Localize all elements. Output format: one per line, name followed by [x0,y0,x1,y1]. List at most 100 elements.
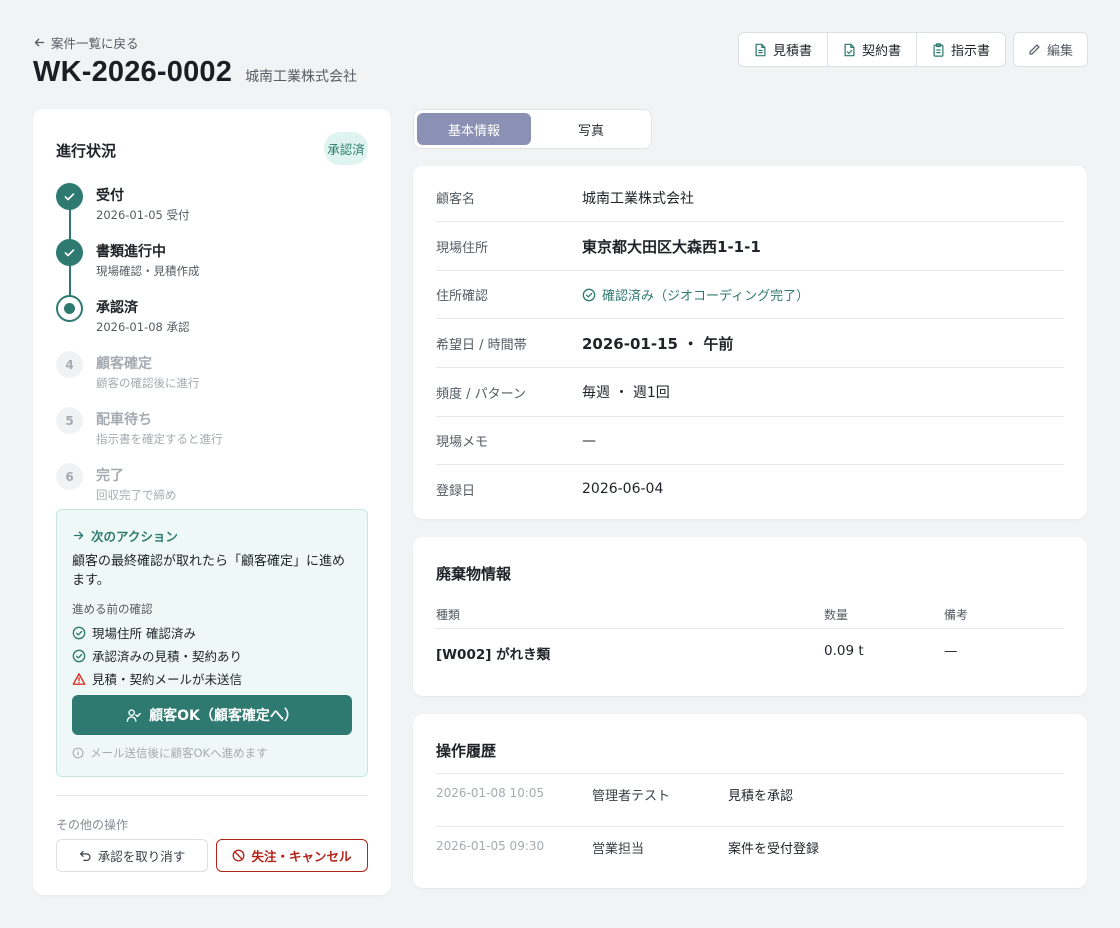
tab-basic-info[interactable]: 基本情報 [417,113,531,145]
cancel-order-button[interactable]: 失注・キャンセル [216,839,368,872]
tab-photos[interactable]: 写真 [534,113,648,145]
column-header: 数量 [824,608,849,622]
step-4-sub: 顧客の確認後に進行 [96,376,200,390]
ban-icon [232,849,245,862]
info-value: 東京都大田区大森西1-1-1 [582,237,761,256]
step-connector [69,209,71,240]
step-5-number: 5 [56,407,83,434]
page-title: WK-2026-0002 [33,56,233,88]
waste-note: — [944,643,958,659]
info-label: 頻度 / パターン [436,386,526,402]
step-6-sub: 回収完了で締め [96,488,177,502]
company-name: 城南工業株式会社 [245,69,358,85]
instruction-button[interactable]: 指示書 [917,33,1005,66]
edit-button-label: 編集 [1046,44,1073,59]
step-6-number: 6 [56,463,83,490]
info-value: 確認済み（ジオコーディング完了） [582,285,809,304]
history-action: 案件を受付登録 [728,842,820,857]
customer-ok-button-label: 顧客OK（顧客確定へ） [149,708,298,724]
undo-approval-label: 承認を取り消す [97,849,186,864]
step-2-sub: 現場確認・見積作成 [96,264,200,278]
back-link-label: 案件一覧に戻る [51,36,139,51]
waste-quantity: 0.09 t [824,643,864,659]
info-row-memo: 現場メモ — [436,417,1064,465]
checklist-item-label: 承認済みの見積・契約あり [92,649,243,664]
step-3-sub: 2026-01-08 承認 [96,320,190,334]
next-action-title-label: 次のアクション [91,529,178,544]
step-1-label: 受付 [96,188,124,204]
waste-type: [W002] がれき類 [436,647,551,663]
step-5-label: 配車待ち [96,412,152,428]
progress-heading: 進行状況 [56,142,117,160]
other-actions-heading: その他の操作 [56,818,129,832]
undo-icon [79,849,92,862]
file-text-icon [754,43,767,57]
step-2-label: 書類進行中 [96,244,166,260]
info-row-address-check: 住所確認 確認済み（ジオコーディング完了） [436,271,1064,319]
divider [56,795,368,796]
step-6-label: 完了 [96,468,124,484]
waste-title: 廃棄物情報 [436,565,512,583]
column-header: 種類 [436,608,461,622]
info-label: 現場メモ [436,435,489,450]
history-action: 見積を承認 [728,789,794,804]
step-5-sub: 指示書を確定すると進行 [96,432,223,446]
info-value: — [582,432,596,449]
info-label: 顧客名 [436,192,476,207]
step-2-check-icon [56,239,83,266]
instruction-button-label: 指示書 [950,44,990,59]
history-timestamp: 2026-01-08 10:05 [436,786,545,800]
step-1-sub: 2026-01-05 受付 [96,208,190,222]
info-value: 2026-01-15 ・ 午前 [582,334,734,353]
pencil-icon [1028,43,1041,56]
back-link[interactable]: 案件一覧に戻る [33,33,139,52]
checklist-item: 見積・契約メールが未送信 [72,669,242,688]
step-4-label: 顧客確定 [96,356,152,372]
user-check-icon [126,708,141,723]
info-row-date: 希望日 / 時間帯 2026-01-15 ・ 午前 [436,319,1064,368]
next-action-description: 顧客の最終確認が取れたら「顧客確定」に進めます。 [72,554,346,588]
tab-bar: 基本情報 写真 [413,109,652,149]
customer-ok-button[interactable]: 顧客OK（顧客確定へ） [72,695,352,735]
checklist-item: 承認済みの見積・契約あり [72,646,242,665]
info-row-address: 現場住所 東京都大田区大森西1-1-1 [436,222,1064,271]
info-icon [72,747,84,759]
info-value: 城南工業株式会社 [582,190,694,207]
info-label: 登録日 [436,483,476,499]
file-check-icon [843,43,856,57]
page-title-row: WK-2026-0002 城南工業株式会社 [33,56,357,89]
history-row: 2026-01-08 10:05 管理者テスト 見積を承認 [436,773,1064,827]
cancel-order-label: 失注・キャンセル [251,849,352,864]
arrow-right-icon [72,529,85,542]
contract-button[interactable]: 契約書 [828,33,917,66]
step-1-check-icon [56,183,83,210]
checklist-item-label: 見積・契約メールが未送信 [92,672,243,687]
history-timestamp: 2026-01-05 09:30 [436,839,545,853]
column-header: 備考 [944,608,969,622]
info-row-frequency: 頻度 / パターン 毎週 ・ 週1回 [436,368,1064,417]
checklist-item: 現場住所 確認済み [72,623,196,642]
undo-approval-button[interactable]: 承認を取り消す [56,839,208,872]
warning-triangle-icon [72,672,86,686]
step-4-number: 4 [56,351,83,378]
history-user: 管理者テスト [592,789,671,804]
status-badge: 承認済 [324,132,368,165]
arrow-left-icon [33,36,46,49]
check-circle-icon [72,649,86,663]
info-label: 住所確認 [436,289,489,304]
clipboard-icon [932,42,945,57]
info-row-registered: 登録日 2026-06-04 [436,465,1064,513]
info-label: 現場住所 [436,240,489,256]
checklist-heading: 進める前の確認 [72,602,153,616]
quote-button[interactable]: 見積書 [739,33,828,66]
history-user: 営業担当 [592,842,645,857]
waste-info-card [413,537,1087,696]
next-action-title: 次のアクション [72,526,178,545]
progress-card [33,109,391,895]
checklist-item-label: 現場住所 確認済み [92,626,196,641]
info-row-customer: 顧客名 城南工業株式会社 [436,174,1064,222]
edit-button[interactable]: 編集 [1013,32,1088,67]
next-action-panel [56,509,368,777]
step-3-label: 承認済 [96,300,138,316]
hint-label: メール送信後に顧客OKへ進めます [90,746,268,760]
